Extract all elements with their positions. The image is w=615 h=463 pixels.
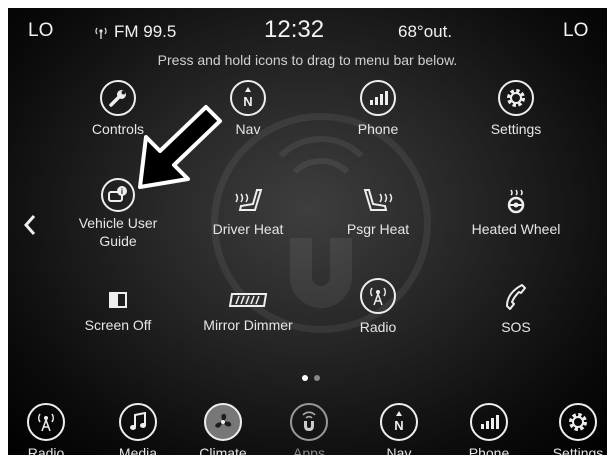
heated-wheel-icon [451,186,581,216]
app-tile-sos[interactable]: SOS [456,280,576,336]
fan-icon [204,403,242,441]
dock-nav[interactable]: N Nav [354,403,444,455]
dock-media[interactable]: Media [93,403,183,455]
seat-heat-icon [188,186,308,216]
app-tile-psgr-heat[interactable]: Psgr Heat [318,186,438,238]
passenger-temp-setting[interactable]: LO [563,20,588,42]
app-tile-mirror-dimmer[interactable]: Mirror Dimmer [188,288,308,334]
app-tile-label: Settings [490,121,542,137]
dock-label: Climate [199,445,247,455]
radio-source[interactable]: FM 99.5 [114,22,176,42]
app-tile-label: Driver Heat [212,221,284,237]
dock-label: Nav [386,445,412,455]
app-tile-label: Screen Off [84,317,152,333]
app-tile-label: Radio [359,319,397,335]
app-tile-vehicle-user-guide[interactable]: i Vehicle User Guide [58,178,178,250]
wrench-icon [100,80,136,116]
app-tile-label: Vehicle User Guide [78,215,158,249]
drag-hint-text: Press and hold icons to drag to menu bar… [157,52,458,68]
dock-label: Settings [552,445,604,455]
music-note-icon [119,403,157,441]
svg-text:N: N [243,94,252,109]
gear-icon [498,80,534,116]
gear-icon [559,403,597,441]
app-tile-heated-wheel[interactable]: Heated Wheel [451,186,581,238]
svg-text:N: N [394,418,403,433]
page-dot[interactable] [314,375,320,381]
infotainment-screen: LO FM 99.5 12:32 68°out. LO Press and ho… [8,8,607,455]
phone-signal-icon [470,403,508,441]
compass-icon: N [230,80,266,116]
driver-temp-setting[interactable]: LO [28,20,53,42]
dock-label: Apps [293,445,325,455]
app-tile-screen-off[interactable]: Screen Off [58,288,178,334]
screen-off-icon [58,288,178,312]
compass-icon: N [380,403,418,441]
app-tile-driver-heat[interactable]: Driver Heat [188,186,308,238]
page-dot-active [302,375,308,381]
dock-radio[interactable]: Radio [8,403,91,455]
outside-temperature: 68°out. [398,22,453,41]
page-indicator [302,375,320,381]
app-tile-label: Heated Wheel [471,221,561,237]
app-tile-label: SOS [501,319,531,335]
app-tile-phone[interactable]: Phone [318,80,438,138]
dock-phone[interactable]: Phone [444,403,534,455]
previous-page-chevron-icon[interactable] [22,213,38,237]
vehicle-guide-icon: i [101,178,135,212]
dock-label: Phone [468,445,510,455]
dock-label: Radio [27,445,65,455]
uconnect-icon [290,403,328,441]
app-tile-label: Mirror Dimmer [203,317,293,333]
app-tile-label: Psgr Heat [346,221,410,237]
svg-text:i: i [121,187,123,196]
dock-climate[interactable]: Climate [178,403,268,455]
clock: 12:32 [264,16,325,43]
app-tile-settings[interactable]: Settings [456,80,576,138]
phone-signal-icon [360,80,396,116]
seat-heat-icon [318,186,438,216]
radio-tower-icon [360,278,396,314]
app-tile-radio[interactable]: Radio [318,278,438,336]
dock-apps[interactable]: Apps [264,403,354,455]
app-tile-label: Phone [357,121,399,137]
mirror-dimmer-icon [188,288,308,312]
phone-handset-icon [456,280,576,314]
dock-settings[interactable]: Settings [533,403,607,455]
dock-label: Media [118,445,158,455]
radio-signal-icon [94,26,108,40]
radio-tower-icon [27,403,65,441]
